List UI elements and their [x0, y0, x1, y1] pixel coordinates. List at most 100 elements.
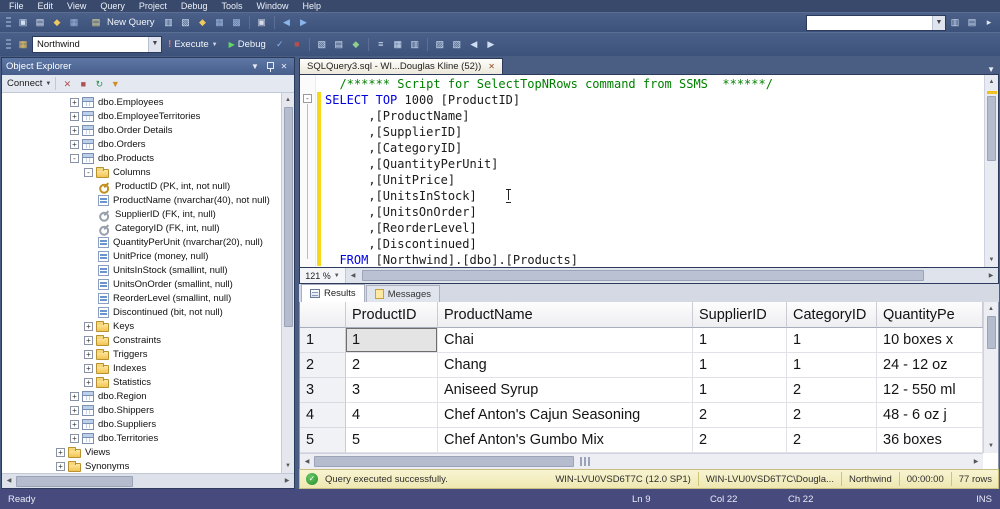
object-explorer-vscrollbar[interactable]: ▲ ▼ — [281, 93, 294, 473]
grid-cell[interactable]: 48 - 6 oz j — [877, 403, 983, 428]
cancel-query-icon[interactable]: ■ — [289, 37, 305, 52]
connect-button[interactable]: Connect ▼ — [7, 78, 51, 89]
query-options-icon[interactable]: ▤ — [331, 37, 347, 52]
scroll-thumb[interactable] — [987, 96, 996, 161]
scroll-down-icon[interactable]: ▼ — [984, 439, 998, 453]
tree-item[interactable]: - Columns — [2, 165, 281, 179]
debug-button[interactable]: ▶ Debug — [224, 36, 271, 53]
database-combobox[interactable]: Northwind ▼ — [32, 36, 162, 53]
tab-results[interactable]: Results — [301, 284, 365, 302]
tree-item[interactable]: + Triggers — [2, 347, 281, 361]
separator[interactable] — [274, 16, 275, 29]
available-databases-icon[interactable]: ▦ — [15, 37, 31, 52]
editor-hscrollbar[interactable] — [360, 268, 984, 283]
tree-item[interactable]: UnitPrice (money, null) — [2, 249, 281, 263]
open-query-icon[interactable]: ◆ — [195, 15, 211, 30]
tree-item[interactable]: + Indexes — [2, 361, 281, 375]
tree-expander-icon[interactable]: + — [70, 126, 79, 135]
connect-dropdown-icon[interactable]: ▼ — [45, 81, 51, 87]
tab-close-icon[interactable]: ✕ — [488, 62, 495, 71]
splitter-grip[interactable] — [580, 457, 590, 466]
parse-query-icon[interactable]: ✓ — [272, 37, 288, 52]
tree-item[interactable]: ProductName (nvarchar(40), not null) — [2, 193, 281, 207]
toolbar-combobox[interactable]: ▼ — [806, 15, 946, 31]
tree-item[interactable]: + dbo.Territories — [2, 431, 281, 445]
grid-cell[interactable]: 3 — [346, 378, 438, 403]
decrease-indent-icon[interactable]: ◀ — [466, 37, 482, 52]
grid-cell[interactable]: 1 — [787, 353, 877, 378]
grid-corner-cell[interactable] — [300, 302, 346, 328]
menu-item[interactable]: Help — [295, 0, 328, 12]
grid-cell[interactable]: 24 - 12 oz — [877, 353, 983, 378]
grid-column-header[interactable]: SupplierID — [693, 302, 787, 328]
comment-out-icon[interactable]: ▨ — [432, 37, 448, 52]
tree-expander-icon[interactable]: - — [70, 154, 79, 163]
grid-cell[interactable]: 2 — [787, 403, 877, 428]
database-dropdown-icon[interactable]: ▼ — [148, 37, 161, 52]
tree-item[interactable]: - dbo.Products — [2, 151, 281, 165]
tree-item[interactable]: + dbo.EmployeeTerritories — [2, 109, 281, 123]
code-area[interactable]: /****** Script for SelectTopNRows comman… — [325, 76, 983, 267]
tree-expander-icon[interactable]: + — [84, 378, 93, 387]
sql-code-editor[interactable]: - /****** Script for SelectTopNRows comm… — [299, 74, 999, 268]
grid-cell[interactable]: 2 — [787, 378, 877, 403]
scroll-left-icon[interactable]: ◀ — [346, 269, 360, 283]
grid-cell[interactable]: Chai — [438, 328, 693, 353]
registered-servers-icon[interactable]: ▥ — [947, 15, 963, 30]
object-explorer-hscrollbar[interactable]: ◀ ▶ — [2, 473, 294, 488]
tree-item[interactable]: + Statistics — [2, 375, 281, 389]
new-query-button[interactable]: ▤ New Query — [83, 14, 160, 31]
print-icon[interactable]: ▣ — [254, 15, 270, 30]
grid-cell[interactable]: 2 — [346, 353, 438, 378]
template-explorer-icon[interactable]: ▤ — [964, 15, 980, 30]
grid-row-number[interactable]: 3 — [300, 378, 346, 403]
analysis-services-query-icon[interactable]: ▧ — [178, 15, 194, 30]
execute-dropdown-icon[interactable]: ▼ — [212, 42, 218, 48]
menu-item[interactable]: Project — [132, 0, 174, 12]
editor-vscrollbar[interactable]: ▲ ▼ — [984, 75, 998, 267]
scroll-right-icon[interactable]: ▶ — [969, 455, 983, 469]
grid-row-number[interactable]: 1 — [300, 328, 346, 353]
tree-expander-icon[interactable]: + — [70, 112, 79, 121]
zoom-dropdown-icon[interactable]: ▼ — [334, 273, 340, 279]
separator[interactable] — [249, 16, 250, 29]
grid-row-number[interactable]: 4 — [300, 403, 346, 428]
grid-cell[interactable]: 12 - 550 ml — [877, 378, 983, 403]
scroll-thumb[interactable] — [16, 476, 133, 487]
tree-expander-icon[interactable]: + — [84, 322, 93, 331]
separator[interactable] — [368, 38, 369, 51]
close-icon[interactable]: ✕ — [278, 62, 290, 71]
intellisense-icon[interactable]: ◆ — [348, 37, 364, 52]
grid-cell[interactable]: 1 — [693, 378, 787, 403]
open-file-icon[interactable]: ◆ — [49, 15, 65, 30]
tree-expander-icon[interactable]: + — [70, 420, 79, 429]
overflow-chevron-icon[interactable]: ▸ — [981, 15, 997, 30]
combo-dropdown-icon[interactable]: ▼ — [932, 16, 945, 30]
toolbar-grip[interactable] — [6, 39, 11, 51]
tree-expander-icon[interactable]: + — [84, 336, 93, 345]
scroll-thumb[interactable] — [314, 456, 574, 467]
tree-item[interactable]: + dbo.Order Details — [2, 123, 281, 137]
grid-cell[interactable]: 2 — [693, 428, 787, 453]
grid-cell[interactable]: 4 — [346, 403, 438, 428]
menu-item[interactable]: View — [60, 0, 93, 12]
grid-row-number[interactable]: 2 — [300, 353, 346, 378]
scroll-down-icon[interactable]: ▼ — [281, 459, 294, 473]
scroll-down-icon[interactable]: ▼ — [985, 253, 999, 267]
tree-item[interactable]: UnitsInStock (smallint, null) — [2, 263, 281, 277]
results-to-text-icon[interactable]: ≡ — [373, 37, 389, 52]
pin-icon[interactable] — [265, 61, 274, 72]
tree-expander-icon[interactable]: + — [56, 462, 65, 471]
grid-cell[interactable]: Chef Anton's Cajun Seasoning — [438, 403, 693, 428]
scroll-thumb[interactable] — [284, 107, 293, 327]
nav-forward-icon[interactable]: ▶ — [296, 15, 312, 30]
tree-item[interactable]: + dbo.Employees — [2, 95, 281, 109]
scroll-thumb[interactable] — [362, 270, 924, 281]
document-list-dropdown-icon[interactable]: ▼ — [987, 65, 999, 74]
save-icon[interactable]: ▦ — [66, 15, 82, 30]
tree-item[interactable]: + Keys — [2, 319, 281, 333]
tree-expander-icon[interactable]: + — [70, 406, 79, 415]
tree-expander-icon[interactable]: + — [70, 392, 79, 401]
grid-cell[interactable]: Aniseed Syrup — [438, 378, 693, 403]
grid-column-header[interactable]: CategoryID — [787, 302, 877, 328]
